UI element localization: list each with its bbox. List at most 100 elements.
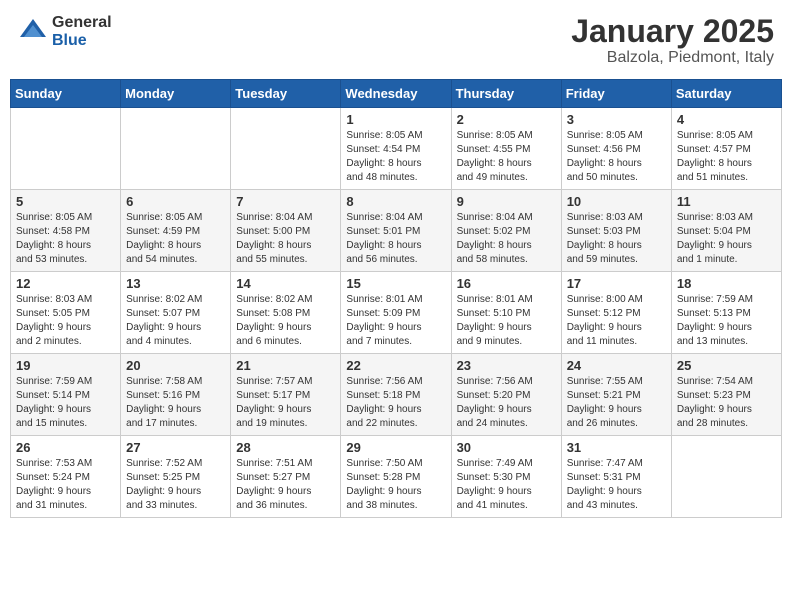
month-title: January 2025 [571, 14, 774, 49]
calendar-cell: 10 Sunrise: 8:03 AM Sunset: 5:03 PM Dayli… [561, 190, 671, 272]
calendar-cell: 21Sunrise: 7:57 AM Sunset: 5:17 PM Dayli… [231, 354, 341, 436]
calendar-cell: 1 Sunrise: 8:05 AM Sunset: 4:54 PM Daylig… [341, 108, 451, 190]
day-number: 6 [126, 194, 225, 209]
page-header: General Blue January 2025 Balzola, Piedm… [10, 10, 782, 71]
calendar-cell: 13 Sunrise: 8:02 AM Sunset: 5:07 PM Dayli… [121, 272, 231, 354]
day-info: Sunrise: 8:01 AM Sunset: 5:10 PM Dayligh… [457, 293, 556, 349]
calendar-cell [671, 436, 781, 518]
calendar-cell [231, 108, 341, 190]
logo-blue-label: Blue [52, 32, 112, 50]
day-info: Sunrise: 7:50 AM Sunset: 5:28 PM Dayligh… [346, 457, 445, 513]
day-info: Sunrise: 8:04 AM Sunset: 5:02 PM Dayligh… [457, 211, 556, 267]
day-info: Sunrise: 7:52 AM Sunset: 5:25 PM Dayligh… [126, 457, 225, 513]
day-info: Sunrise: 8:02 AM Sunset: 5:07 PM Dayligh… [126, 293, 225, 349]
calendar-table: SundayMondayTuesdayWednesdayThursdayFrid… [10, 79, 782, 518]
day-info: Sunrise: 8:00 AM Sunset: 5:12 PM Dayligh… [567, 293, 666, 349]
logo: General Blue [18, 14, 112, 49]
calendar-cell [11, 108, 121, 190]
week-row-2: 5Sunrise: 8:05 AM Sunset: 4:58 PM Daylig… [11, 190, 782, 272]
day-number: 9 [457, 194, 556, 209]
day-info: Sunrise: 7:53 AM Sunset: 5:24 PM Dayligh… [16, 457, 115, 513]
week-row-1: 1 Sunrise: 8:05 AM Sunset: 4:54 PM Daylig… [11, 108, 782, 190]
day-info: Sunrise: 8:05 AM Sunset: 4:55 PM Dayligh… [457, 129, 556, 185]
day-info: Sunrise: 7:51 AM Sunset: 5:27 PM Dayligh… [236, 457, 335, 513]
weekday-header-friday: Friday [561, 80, 671, 108]
day-number: 8 [346, 194, 445, 209]
weekday-header-monday: Monday [121, 80, 231, 108]
logo-text: General Blue [52, 14, 112, 49]
day-number: 16 [457, 276, 556, 291]
day-info: Sunrise: 8:05 AM Sunset: 4:54 PM Dayligh… [346, 129, 445, 185]
calendar-cell: 23 Sunrise: 7:56 AM Sunset: 5:20 PM Dayli… [451, 354, 561, 436]
day-info: Sunrise: 8:05 AM Sunset: 4:58 PM Dayligh… [16, 211, 115, 267]
calendar-cell: 6 Sunrise: 8:05 AM Sunset: 4:59 PM Daylig… [121, 190, 231, 272]
calendar-cell: 26 Sunrise: 7:53 AM Sunset: 5:24 PM Dayli… [11, 436, 121, 518]
day-info: Sunrise: 8:03 AM Sunset: 5:03 PM Dayligh… [567, 211, 666, 267]
calendar-cell: 5Sunrise: 8:05 AM Sunset: 4:58 PM Daylig… [11, 190, 121, 272]
calendar-cell: 18 Sunrise: 7:59 AM Sunset: 5:13 PM Dayli… [671, 272, 781, 354]
day-info: Sunrise: 7:54 AM Sunset: 5:23 PM Dayligh… [677, 375, 776, 431]
day-info: Sunrise: 8:02 AM Sunset: 5:08 PM Dayligh… [236, 293, 335, 349]
calendar-cell: 9 Sunrise: 8:04 AM Sunset: 5:02 PM Daylig… [451, 190, 561, 272]
calendar-cell: 27Sunrise: 7:52 AM Sunset: 5:25 PM Dayli… [121, 436, 231, 518]
day-number: 20 [126, 358, 225, 373]
calendar-cell: 24 Sunrise: 7:55 AM Sunset: 5:21 PM Dayli… [561, 354, 671, 436]
day-number: 3 [567, 112, 666, 127]
day-number: 11 [677, 194, 776, 209]
weekday-header-sunday: Sunday [11, 80, 121, 108]
day-info: Sunrise: 8:05 AM Sunset: 4:59 PM Dayligh… [126, 211, 225, 267]
day-info: Sunrise: 7:55 AM Sunset: 5:21 PM Dayligh… [567, 375, 666, 431]
day-info: Sunrise: 7:47 AM Sunset: 5:31 PM Dayligh… [567, 457, 666, 513]
calendar-cell: 19Sunrise: 7:59 AM Sunset: 5:14 PM Dayli… [11, 354, 121, 436]
day-number: 10 [567, 194, 666, 209]
calendar-cell: 3 Sunrise: 8:05 AM Sunset: 4:56 PM Daylig… [561, 108, 671, 190]
calendar-cell: 16 Sunrise: 8:01 AM Sunset: 5:10 PM Dayli… [451, 272, 561, 354]
day-number: 15 [346, 276, 445, 291]
day-number: 18 [677, 276, 776, 291]
weekday-header-thursday: Thursday [451, 80, 561, 108]
day-number: 24 [567, 358, 666, 373]
calendar-cell: 14 Sunrise: 8:02 AM Sunset: 5:08 PM Dayli… [231, 272, 341, 354]
day-number: 17 [567, 276, 666, 291]
day-number: 1 [346, 112, 445, 127]
day-number: 2 [457, 112, 556, 127]
day-number: 30 [457, 440, 556, 455]
calendar-cell [121, 108, 231, 190]
day-number: 22 [346, 358, 445, 373]
day-number: 7 [236, 194, 335, 209]
title-section: January 2025 Balzola, Piedmont, Italy [571, 14, 774, 67]
calendar-cell: 11 Sunrise: 8:03 AM Sunset: 5:04 PM Dayli… [671, 190, 781, 272]
day-number: 21 [236, 358, 335, 373]
week-row-3: 12Sunrise: 8:03 AM Sunset: 5:05 PM Dayli… [11, 272, 782, 354]
day-info: Sunrise: 7:49 AM Sunset: 5:30 PM Dayligh… [457, 457, 556, 513]
day-number: 14 [236, 276, 335, 291]
day-number: 26 [16, 440, 115, 455]
day-info: Sunrise: 7:58 AM Sunset: 5:16 PM Dayligh… [126, 375, 225, 431]
day-number: 31 [567, 440, 666, 455]
day-info: Sunrise: 8:05 AM Sunset: 4:56 PM Dayligh… [567, 129, 666, 185]
calendar-cell: 30 Sunrise: 7:49 AM Sunset: 5:30 PM Dayli… [451, 436, 561, 518]
calendar-cell: 2 Sunrise: 8:05 AM Sunset: 4:55 PM Daylig… [451, 108, 561, 190]
week-row-5: 26 Sunrise: 7:53 AM Sunset: 5:24 PM Dayli… [11, 436, 782, 518]
calendar-cell: 15Sunrise: 8:01 AM Sunset: 5:09 PM Dayli… [341, 272, 451, 354]
day-info: Sunrise: 8:04 AM Sunset: 5:01 PM Dayligh… [346, 211, 445, 267]
calendar-cell: 22Sunrise: 7:56 AM Sunset: 5:18 PM Dayli… [341, 354, 451, 436]
calendar-cell: 7Sunrise: 8:04 AM Sunset: 5:00 PM Daylig… [231, 190, 341, 272]
logo-general-label: General [52, 14, 112, 32]
day-info: Sunrise: 8:05 AM Sunset: 4:57 PM Dayligh… [677, 129, 776, 185]
day-info: Sunrise: 7:59 AM Sunset: 5:13 PM Dayligh… [677, 293, 776, 349]
calendar-cell: 17 Sunrise: 8:00 AM Sunset: 5:12 PM Dayli… [561, 272, 671, 354]
logo-icon [18, 17, 48, 47]
calendar-cell: 12Sunrise: 8:03 AM Sunset: 5:05 PM Dayli… [11, 272, 121, 354]
day-number: 13 [126, 276, 225, 291]
calendar-cell: 31 Sunrise: 7:47 AM Sunset: 5:31 PM Dayli… [561, 436, 671, 518]
day-info: Sunrise: 8:03 AM Sunset: 5:04 PM Dayligh… [677, 211, 776, 267]
calendar-cell: 28Sunrise: 7:51 AM Sunset: 5:27 PM Dayli… [231, 436, 341, 518]
day-number: 23 [457, 358, 556, 373]
calendar-cell: 20 Sunrise: 7:58 AM Sunset: 5:16 PM Dayli… [121, 354, 231, 436]
day-info: Sunrise: 7:56 AM Sunset: 5:20 PM Dayligh… [457, 375, 556, 431]
day-number: 4 [677, 112, 776, 127]
weekday-header-saturday: Saturday [671, 80, 781, 108]
calendar-cell: 4 Sunrise: 8:05 AM Sunset: 4:57 PM Daylig… [671, 108, 781, 190]
calendar-cell: 8 Sunrise: 8:04 AM Sunset: 5:01 PM Daylig… [341, 190, 451, 272]
